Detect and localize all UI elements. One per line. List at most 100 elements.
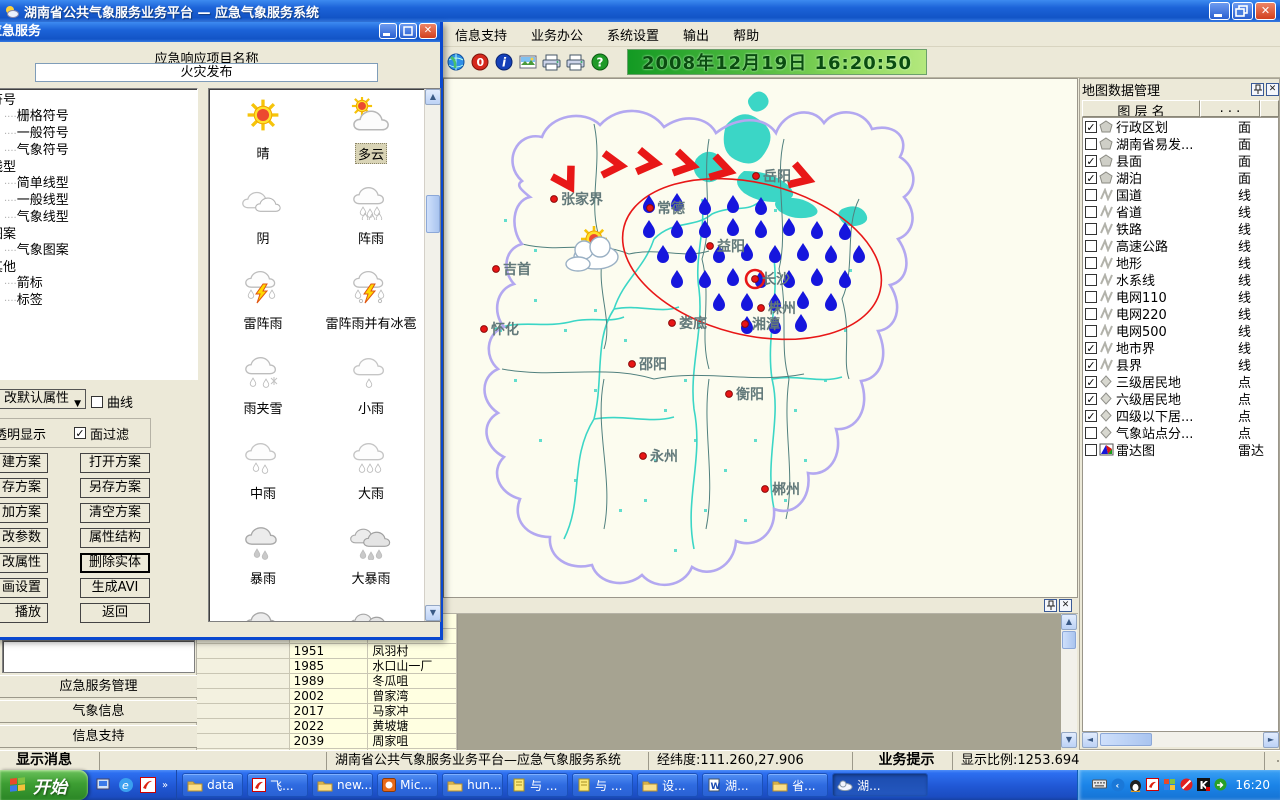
tray-win-icon[interactable] (1163, 778, 1176, 792)
layer-checkbox[interactable]: ✓ (1085, 410, 1097, 422)
taskbar-task[interactable]: W湖... (702, 773, 763, 797)
taskbar-task[interactable]: Mic... (377, 773, 438, 797)
help-icon[interactable]: ? (589, 52, 611, 72)
layer-checkbox[interactable]: ✓ (1085, 376, 1097, 388)
table-row[interactable]: 2002 曾家湾 (197, 689, 457, 704)
layer-checkbox[interactable]: ✓ (1085, 342, 1097, 354)
resize-grip[interactable] (1264, 752, 1280, 770)
vscroll-thumb[interactable] (1062, 631, 1076, 649)
scroll-left-icon[interactable]: ◄ (1082, 732, 1098, 748)
weather-symbol-shower[interactable]: 阵雨 (317, 182, 425, 267)
menu-item[interactable]: 系统设置 (595, 22, 671, 47)
map-panel[interactable]: 张家界岳阳常德益阳吉首长沙株州湘潭娄底怀化邵阳衡阳永州郴州 (443, 78, 1078, 598)
dialog-button-4[interactable]: 删除实体 (80, 553, 150, 573)
table-row[interactable]: 1951 凤羽村 (197, 644, 457, 659)
layer-row[interactable]: 气象站点分... 点 (1083, 424, 1278, 441)
layer-row[interactable]: 湖南省易发... 面 (1083, 135, 1278, 152)
taskbar-task[interactable]: hun... (442, 773, 503, 797)
table-row[interactable]: 2039 周家咀 (197, 734, 457, 749)
tray-k-icon[interactable]: K (1197, 778, 1210, 792)
dialog-button-left[interactable]: 加方案 (0, 503, 48, 523)
menu-item[interactable]: 信息支持 (443, 22, 519, 47)
status-message-button[interactable]: 显示消息 (0, 752, 99, 770)
weather-symbol-storm[interactable] (209, 607, 317, 622)
dialog-button-6[interactable]: 返回 (80, 603, 150, 623)
weather-symbol-sleet[interactable]: 雨夹雪 (209, 352, 317, 437)
menu-item[interactable]: 业务办公 (519, 22, 595, 47)
dialog-button-left[interactable]: 改参数 (0, 528, 48, 548)
palette-vscrollbar[interactable]: ▲ ▼ (424, 89, 440, 621)
scroll-down-icon[interactable]: ▼ (425, 605, 441, 621)
dialog-titlebar[interactable]: 应急服务 ✕ (0, 22, 440, 42)
red-app-icon[interactable] (140, 777, 156, 793)
dialog-button-left[interactable]: 改属性 (0, 553, 48, 573)
pin-icon[interactable] (1251, 83, 1264, 96)
tree-node[interactable]: ····标签 (0, 293, 197, 310)
symbol-tree[interactable]: 符号····栅格符号····一般符号····气象符号线型····简单线型····… (0, 88, 198, 380)
weather-symbol-thunderhail[interactable]: 雷阵雨并有冰雹 (317, 267, 425, 352)
taskbar-task[interactable]: 与 ... (507, 773, 568, 797)
layer-row[interactable]: ✓ 县界 线 (1083, 356, 1278, 373)
tray-keyboard-icon[interactable] (1092, 778, 1107, 792)
tree-node[interactable]: ····气象线型 (0, 210, 197, 227)
weather-symbol-rain1[interactable]: 小雨 (317, 352, 425, 437)
restore-button[interactable] (1232, 2, 1253, 20)
layer-checkbox[interactable] (1085, 274, 1097, 286)
weather-symbol-sun[interactable]: 晴 (209, 97, 317, 182)
tree-node[interactable]: ····气象图案 (0, 243, 197, 260)
dialog-button-left[interactable]: 播放 (0, 603, 48, 623)
left-listbox[interactable] (2, 640, 195, 673)
tray-green-icon[interactable] (1214, 778, 1227, 792)
pin-icon[interactable] (1044, 599, 1057, 612)
tree-node[interactable]: ····一般线型 (0, 193, 197, 210)
layer-checkbox[interactable] (1085, 308, 1097, 320)
tray-collapse-icon[interactable]: ‹ (1111, 778, 1125, 792)
layer-checkbox[interactable]: ✓ (1085, 172, 1097, 184)
menu-item[interactable]: 帮助 (721, 22, 771, 47)
scroll-down-icon[interactable]: ▼ (1061, 732, 1077, 748)
image-icon[interactable] (517, 52, 539, 72)
dialog-button-left[interactable]: 画设置 (0, 578, 48, 598)
stop-icon[interactable]: 0 (469, 52, 491, 72)
layer-row[interactable]: 电网110 线 (1083, 288, 1278, 305)
layer-extra-header[interactable] (1260, 100, 1279, 117)
layer-row[interactable]: ✓ 湖泊 面 (1083, 169, 1278, 186)
dialog-button-left[interactable]: 存方案 (0, 478, 48, 498)
menu-item[interactable]: 输出 (671, 22, 721, 47)
dialog-button-2[interactable]: 清空方案 (80, 503, 150, 523)
layer-checkbox[interactable] (1085, 291, 1097, 303)
layer-row[interactable]: ✓ 地市界 线 (1083, 339, 1278, 356)
bottom-vscrollbar[interactable]: ▲ ▼ (1061, 614, 1077, 748)
modify-default-attr-dropdown[interactable]: 改默认属性▼ (0, 389, 86, 409)
dialog-button-left[interactable]: 建方案 (0, 453, 48, 473)
ie-icon[interactable]: e (118, 777, 134, 793)
close-button[interactable]: ✕ (1255, 2, 1276, 20)
tree-node[interactable]: ····一般符号 (0, 126, 197, 143)
layer-row[interactable]: ✓ 县面 面 (1083, 152, 1278, 169)
left-panel-button[interactable]: 应急服务管理 (0, 675, 197, 698)
tree-node[interactable]: 其他 (0, 260, 197, 276)
layer-row[interactable]: 高速公路 线 (1083, 237, 1278, 254)
taskbar-task[interactable]: 飞... (247, 773, 308, 797)
table-row[interactable]: 1985 水口山一厂 (197, 659, 457, 674)
layer-checkbox[interactable]: ✓ (1085, 121, 1097, 133)
layer-row[interactable]: 电网500 线 (1083, 322, 1278, 339)
layer-checkbox[interactable] (1085, 223, 1097, 235)
layer-type-header[interactable]: . . . (1200, 100, 1260, 117)
layer-checkbox[interactable] (1085, 189, 1097, 201)
layer-row[interactable]: 雷达图 雷达 (1083, 441, 1278, 458)
layer-row[interactable]: ✓ 行政区划 面 (1083, 118, 1278, 135)
table-row[interactable]: 2022 黄坡塘 (197, 719, 457, 734)
taskbar-task[interactable]: new... (312, 773, 373, 797)
left-panel-button[interactable]: 信息支持 (0, 725, 197, 748)
close-panel-icon[interactable]: ✕ (1266, 83, 1279, 96)
dialog-button-0[interactable]: 打开方案 (80, 453, 150, 473)
dialog-button-5[interactable]: 生成AVI (80, 578, 150, 598)
tray-block-icon[interactable] (1180, 778, 1193, 792)
layer-row[interactable]: 铁路 线 (1083, 220, 1278, 237)
layer-checkbox[interactable] (1085, 240, 1097, 252)
info-icon[interactable]: i (493, 52, 515, 72)
layer-checkbox[interactable] (1085, 427, 1097, 439)
layer-checkbox[interactable] (1085, 257, 1097, 269)
tree-node[interactable]: ····简单线型 (0, 176, 197, 193)
